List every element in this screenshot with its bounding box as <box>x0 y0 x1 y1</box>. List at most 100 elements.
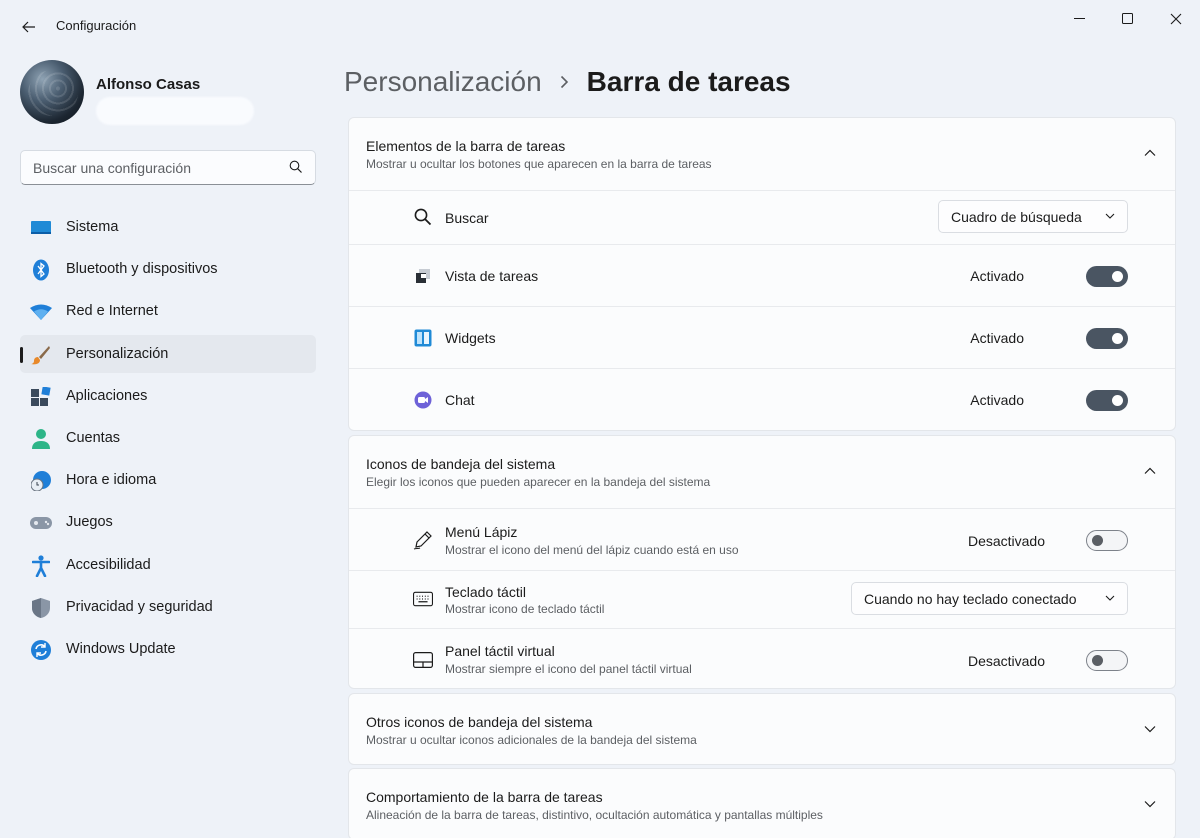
sidebar-item-label: Hora e idioma <box>66 472 157 489</box>
chevron-down-icon <box>1105 213 1115 219</box>
chevron-up-icon <box>1144 149 1156 156</box>
other-tray-icons-section[interactable]: Otros iconos de bandeja del sistema Most… <box>348 693 1176 765</box>
section-title: Otros iconos de bandeja del sistema <box>366 714 593 730</box>
close-button[interactable] <box>1153 6 1199 32</box>
sidebar-item-label: Accesibilidad <box>66 556 151 573</box>
section-title: Comportamiento de la barra de tareas <box>366 789 603 805</box>
sidebar-item-label: Aplicaciones <box>66 387 148 404</box>
close-icon <box>1170 13 1182 25</box>
sidebar-item-personalizacion[interactable]: Personalización <box>20 334 316 373</box>
sidebar-item-label: Red e Internet <box>66 303 158 320</box>
touchpad-icon <box>413 650 433 670</box>
pen-menu-row: Menú Lápiz Mostrar el icono del menú del… <box>349 508 1175 570</box>
widgets-row: Widgets Activado <box>349 306 1175 368</box>
virtual-touchpad-row: Panel táctil virtual Mostrar siempre el … <box>349 628 1175 690</box>
taskbar-behavior-section[interactable]: Comportamiento de la barra de tareas Ali… <box>348 768 1176 838</box>
app-title: Configuración <box>56 18 137 33</box>
sidebar-item-label: Cuentas <box>66 429 121 446</box>
taskbar-items-header[interactable]: Elementos de la barra de tareas Mostrar … <box>349 118 1175 190</box>
row-label: Teclado táctil <box>445 584 526 600</box>
user-name: Alfonso Casas <box>96 76 201 93</box>
row-label: Vista de tareas <box>445 268 539 284</box>
sidebar-item-privacidad[interactable]: Privacidad y seguridad <box>20 588 316 626</box>
minimize-button[interactable] <box>1057 6 1103 32</box>
sidebar-item-red[interactable]: Red e Internet <box>20 292 316 330</box>
taskview-toggle[interactable] <box>1086 266 1128 287</box>
section-title: Iconos de bandeja del sistema <box>366 456 556 472</box>
sidebar-item-hora[interactable]: Hora e idioma <box>20 461 316 499</box>
user-email-redacted <box>96 97 254 125</box>
chevron-up-icon <box>1144 467 1156 474</box>
account-icon <box>30 428 52 450</box>
breadcrumb-parent[interactable]: Personalización <box>344 66 542 98</box>
virtual-touchpad-toggle[interactable] <box>1086 650 1128 671</box>
search-icon <box>289 160 302 173</box>
dropdown-value: Cuadro de búsqueda <box>951 209 1082 225</box>
search-placeholder: Buscar una configuración <box>33 160 191 176</box>
row-label: Widgets <box>445 330 496 346</box>
widgets-icon <box>413 328 433 348</box>
sidebar-item-sistema[interactable]: Sistema <box>20 208 316 246</box>
row-description: Mostrar icono de teclado táctil <box>445 602 605 616</box>
search-input[interactable]: Buscar una configuración <box>20 150 316 185</box>
sidebar-item-label: Windows Update <box>66 640 176 657</box>
toggle-state-label: Activado <box>970 268 1024 284</box>
brush-icon <box>30 344 52 366</box>
sidebar-item-bluetooth[interactable]: Bluetooth y dispositivos <box>20 250 316 288</box>
minimize-icon <box>1074 18 1085 19</box>
sidebar-item-juegos[interactable]: Juegos <box>20 503 316 541</box>
row-description: Mostrar siempre el icono del panel tácti… <box>445 662 692 676</box>
wifi-icon <box>30 301 52 323</box>
back-arrow-icon <box>22 21 35 33</box>
sidebar-item-aplicaciones[interactable]: Aplicaciones <box>20 377 316 415</box>
tray-icons-section: Iconos de bandeja del sistema Elegir los… <box>348 435 1176 689</box>
section-subtitle: Elegir los iconos que pueden aparecer en… <box>366 475 711 489</box>
maximize-button[interactable] <box>1105 6 1151 32</box>
chevron-down-icon <box>1105 595 1115 601</box>
title-bar: Configuración <box>0 0 1200 52</box>
sidebar-item-label: Privacidad y seguridad <box>66 598 213 615</box>
section-subtitle: Mostrar u ocultar iconos adicionales de … <box>366 733 697 747</box>
shield-icon <box>30 597 52 619</box>
taskbar-search-row: Buscar Cuadro de búsqueda <box>349 190 1175 244</box>
touch-keyboard-dropdown[interactable]: Cuando no hay teclado conectado <box>851 582 1128 615</box>
page-title: Barra de tareas <box>586 66 791 97</box>
chat-icon <box>413 390 433 410</box>
sidebar-item-label: Bluetooth y dispositivos <box>66 261 218 278</box>
chevron-down-icon <box>1144 801 1156 808</box>
sidebar-item-windows-update[interactable]: Windows Update <box>20 630 316 668</box>
accessibility-icon <box>30 554 52 577</box>
breadcrumb: Personalización Barra de tareas <box>344 62 791 102</box>
taskbar-items-section: Elementos de la barra de tareas Mostrar … <box>348 117 1176 431</box>
system-icon <box>30 217 52 239</box>
row-label: Panel táctil virtual <box>445 643 555 659</box>
globe-clock-icon <box>30 470 52 492</box>
toggle-state-label: Activado <box>970 392 1024 408</box>
row-label: Menú Lápiz <box>445 524 518 540</box>
keyboard-icon <box>413 589 433 609</box>
dropdown-value: Cuando no hay teclado conectado <box>864 591 1077 607</box>
sidebar-item-cuentas[interactable]: Cuentas <box>20 419 316 457</box>
chat-row: Chat Activado <box>349 368 1175 431</box>
sidebar-item-accesibilidad[interactable]: Accesibilidad <box>20 546 316 584</box>
toggle-state-label: Desactivado <box>967 533 1045 549</box>
pen-icon <box>413 530 433 550</box>
back-button[interactable] <box>14 13 44 41</box>
row-label: Buscar <box>445 210 489 226</box>
widgets-toggle[interactable] <box>1086 328 1128 349</box>
maximize-icon <box>1122 13 1133 24</box>
tray-icons-header[interactable]: Iconos de bandeja del sistema Elegir los… <box>349 436 1175 508</box>
update-icon <box>30 639 52 661</box>
row-description: Mostrar el icono del menú del lápiz cuan… <box>445 543 739 557</box>
sidebar-item-label: Sistema <box>66 219 119 235</box>
gamepad-icon <box>30 512 52 534</box>
taskview-icon <box>413 266 433 286</box>
chat-toggle[interactable] <box>1086 390 1128 411</box>
pen-menu-toggle[interactable] <box>1086 530 1128 551</box>
section-subtitle: Mostrar u ocultar los botones que aparec… <box>366 157 712 171</box>
search-mode-dropdown[interactable]: Cuadro de búsqueda <box>938 200 1128 233</box>
chevron-down-icon <box>1144 726 1156 733</box>
taskview-row: Vista de tareas Activado <box>349 244 1175 306</box>
avatar[interactable] <box>20 60 84 124</box>
sidebar-item-label: Juegos <box>66 514 113 531</box>
